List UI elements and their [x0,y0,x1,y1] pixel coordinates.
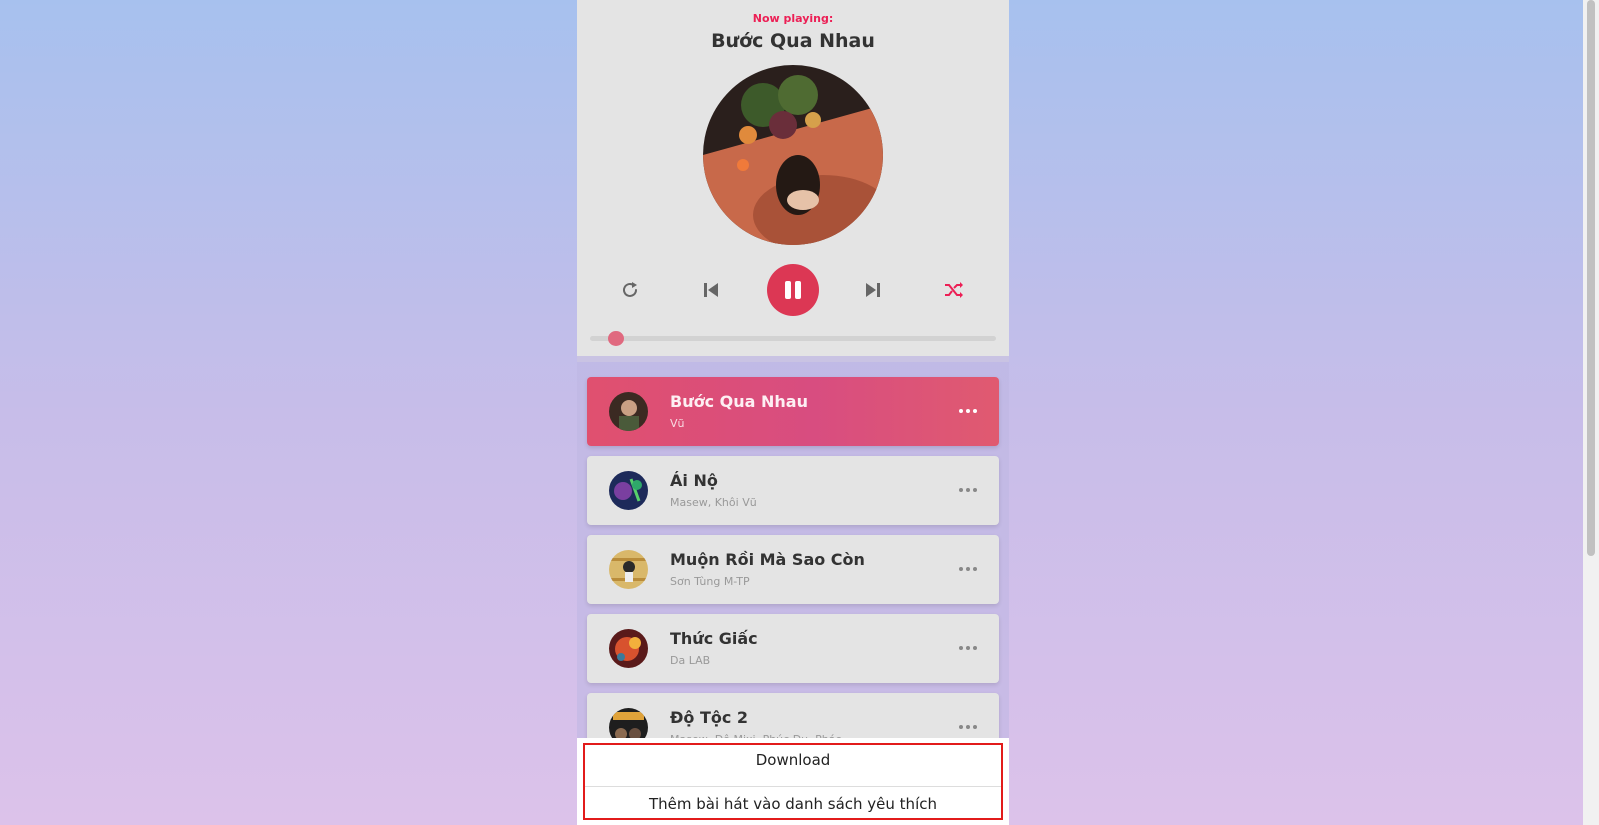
shuffle-icon [945,282,963,298]
song-title: Ái Nộ [670,471,718,490]
skip-back-icon [704,283,718,297]
repeat-icon [623,282,637,297]
more-options-icon[interactable] [955,559,981,579]
scrollbar-thumb[interactable] [1587,0,1595,556]
pause-icon [785,281,801,299]
song-title: Muộn Rồi Mà Sao Còn [670,550,865,569]
more-options-icon[interactable] [955,480,981,500]
add-to-favorites-option[interactable]: Thêm bài hát vào danh sách yêu thích [585,795,1001,813]
song-thumbnail [609,550,648,589]
skip-forward-icon [866,283,880,297]
list-item[interactable]: Bước Qua Nhau Vũ [587,377,999,446]
progress-slider[interactable] [590,331,996,346]
album-art-disc [703,65,883,245]
song-artist: Da LAB [670,654,711,667]
song-title: Thức Giấc [670,629,758,648]
previous-button[interactable] [691,270,731,310]
pause-button[interactable] [767,264,819,316]
song-options-menu: Download Thêm bài hát vào danh sách yêu … [577,738,1009,825]
song-thumbnail [609,392,648,431]
album-art-image [703,65,883,245]
more-options-icon[interactable] [955,638,981,658]
music-player: Now playing: Bước Qua Nhau Bước Qua Nhau… [577,0,1009,825]
current-song-title: Bước Qua Nhau [711,30,875,52]
shuffle-button[interactable] [934,270,974,310]
more-options-icon[interactable] [955,401,981,421]
song-title: Bước Qua Nhau [670,392,808,411]
more-options-icon[interactable] [955,717,981,737]
song-title: Độ Tộc 2 [670,708,749,727]
list-item[interactable]: Ái Nộ Masew, Khôi Vũ [587,456,999,525]
now-playing-label: Now playing: [752,12,834,25]
download-option[interactable]: Download [585,751,1001,787]
song-artist: Masew, Khôi Vũ [670,496,757,509]
page-scrollbar[interactable] [1583,0,1599,825]
song-artist: Vũ [670,417,685,430]
list-item[interactable]: Muộn Rồi Mà Sao Còn Sơn Tùng M-TP [587,535,999,604]
next-button[interactable] [853,270,893,310]
progress-thumb[interactable] [608,331,625,346]
dashboard: Now playing: Bước Qua Nhau [577,0,1009,362]
song-thumbnail [609,471,648,510]
menu-highlight-box: Download Thêm bài hát vào danh sách yêu … [583,743,1003,820]
playlist: Bước Qua Nhau Vũ Ái Nộ Masew, Khôi Vũ Mu… [587,377,999,772]
list-item[interactable]: Thức Giấc Da LAB [587,614,999,683]
song-thumbnail [609,629,648,668]
song-artist: Sơn Tùng M-TP [670,575,750,588]
repeat-button[interactable] [610,270,650,310]
